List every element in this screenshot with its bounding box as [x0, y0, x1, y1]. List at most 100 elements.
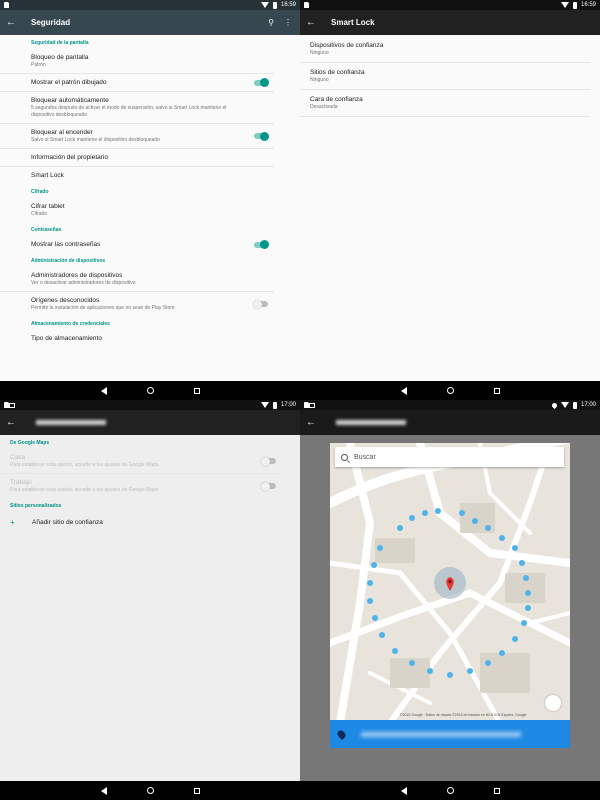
item-title: Orígenes desconocidos: [31, 297, 100, 304]
trusted-places-list: De Google Maps Casa Para establecer esta…: [0, 435, 300, 781]
search-placeholder: Buscar: [354, 453, 376, 461]
my-location-button[interactable]: [545, 695, 561, 711]
status-time: 16:59: [580, 2, 596, 8]
back-arrow-icon[interactable]: ←: [0, 17, 22, 28]
overflow-menu-icon[interactable]: ⋮: [284, 18, 292, 27]
settings-item[interactable]: Mostrar las contraseñas: [0, 236, 274, 253]
status-bar: 17:00: [300, 400, 600, 410]
nav-recents-icon[interactable]: [493, 387, 500, 394]
item-title: Administradores de dispositivos: [31, 272, 123, 279]
item-subtitle: 5 segundos después de activar el modo de…: [31, 105, 227, 118]
map-search-input[interactable]: Buscar: [335, 447, 564, 467]
list-item-trusted-places[interactable]: Sitios de confianza Ninguno: [300, 63, 590, 90]
settings-item[interactable]: Orígenes desconocidos Permitir la instala…: [0, 292, 274, 316]
back-arrow-icon[interactable]: ←: [300, 17, 322, 28]
nav-home-icon[interactable]: [146, 787, 154, 794]
item-subtitle: Cifrado: [31, 211, 48, 217]
add-trusted-place-button[interactable]: + Añadir sitio de confianza: [0, 512, 300, 533]
item-subtitle: Patrón: [31, 62, 46, 68]
settings-item[interactable]: Administradores de dispositivos Ver o des…: [0, 267, 274, 292]
home-toggle[interactable]: [261, 456, 276, 466]
wifi-icon: [560, 2, 569, 8]
battery-icon: [272, 401, 277, 409]
nav-home-icon[interactable]: [446, 387, 454, 394]
item-subtitle: Desactivada: [310, 104, 338, 110]
battery-icon: [272, 1, 277, 9]
section-header: Administración de dispositivos: [31, 258, 106, 264]
nav-recents-icon[interactable]: [493, 787, 500, 794]
nav-recents-icon[interactable]: [193, 787, 200, 794]
item-title: Bloqueo de pantalla: [31, 54, 89, 61]
back-arrow-icon[interactable]: ←: [0, 417, 22, 428]
navigation-bar: [300, 381, 600, 400]
item-title: Tipo de almacenamiento: [31, 335, 102, 342]
image-notification-icon: [9, 402, 15, 408]
work-toggle[interactable]: [261, 481, 276, 491]
section-header-google-maps: De Google Maps: [10, 440, 50, 446]
location-icon: [550, 401, 559, 409]
settings-item[interactable]: Smart Lock: [0, 167, 274, 184]
place-picker-screen: 17:00 ← Buscar ©2015 Google · Datos de m…: [300, 400, 600, 800]
search-icon: [341, 453, 348, 461]
status-bar: 17:00: [0, 400, 300, 410]
section-header: Almacenamiento de credenciales: [31, 321, 110, 327]
account-selector[interactable]: [336, 420, 406, 425]
status-time: 17:00: [280, 402, 296, 408]
item-subtitle: Permitir la instalación de aplicaciones …: [31, 305, 175, 311]
nav-back-icon[interactable]: [400, 386, 407, 395]
battery-icon: [572, 401, 577, 409]
item-title: Cifrar tablet: [31, 203, 65, 210]
item-subtitle: Salvo si Smart Lock mantiene el disposit…: [31, 137, 160, 143]
app-bar: ← Smart Lock: [300, 10, 600, 35]
wifi-icon: [260, 2, 269, 8]
item-title: Casa: [10, 454, 26, 461]
search-icon[interactable]: ⚲: [268, 18, 274, 27]
toggle-switch[interactable]: [254, 78, 269, 87]
section-header: Cifrado: [31, 189, 49, 195]
sd-card-icon: [4, 2, 9, 8]
toggle-switch[interactable]: [254, 131, 269, 141]
list-item-trusted-devices[interactable]: Dispositivos de confianza Ninguno: [300, 35, 590, 63]
item-title: Smart Lock: [31, 172, 64, 179]
navigation-bar: [0, 381, 300, 400]
navigation-bar: [300, 781, 600, 800]
settings-item[interactable]: Cifrar tablet Cifrado: [0, 198, 274, 222]
status-bar: 16:59: [0, 0, 300, 10]
status-time: 16:59: [280, 2, 296, 8]
toggle-switch[interactable]: [254, 240, 269, 249]
selected-place-bar[interactable]: [330, 720, 570, 748]
wifi-icon: [560, 402, 569, 408]
list-item-work[interactable]: Trabajo Para establecer esta opción, acc…: [0, 474, 282, 498]
back-arrow-icon[interactable]: ←: [300, 417, 322, 428]
settings-item[interactable]: Mostrar el patrón dibujado: [0, 74, 274, 92]
list-item-trusted-face[interactable]: Cara de confianza Desactivada: [300, 90, 590, 117]
plus-icon: +: [10, 518, 15, 527]
smart-lock-list: Dispositivos de confianza Ninguno Sitios…: [300, 35, 600, 381]
section-header-custom-places: Sitios personalizados: [10, 503, 62, 509]
toggle-switch[interactable]: [253, 299, 268, 309]
add-label: Añadir sitio de confianza: [32, 519, 103, 526]
status-time: 17:00: [580, 402, 596, 408]
item-subtitle: Ver o desactivar administradores de disp…: [31, 280, 136, 286]
settings-item[interactable]: Tipo de almacenamiento: [0, 330, 274, 347]
list-item-home[interactable]: Casa Para establecer esta opción, accede…: [0, 449, 282, 474]
account-selector[interactable]: [36, 420, 106, 425]
app-bar: ←: [0, 410, 300, 435]
nav-home-icon[interactable]: [446, 787, 454, 794]
settings-item[interactable]: Bloquear al encender Salvo si Smart Lock …: [0, 124, 274, 149]
nav-back-icon[interactable]: [400, 786, 407, 795]
settings-item[interactable]: Bloqueo de pantalla Patrón: [0, 49, 274, 74]
settings-item[interactable]: Información del propietario: [0, 149, 274, 167]
section-header: Seguridad de la pantalla: [31, 40, 89, 46]
item-title: Mostrar las contraseñas: [31, 241, 101, 248]
item-subtitle: Para establecer esta opción, accede a tu…: [10, 487, 159, 493]
map-view[interactable]: [330, 443, 570, 723]
place-pin-icon: [335, 728, 348, 740]
status-bar: 16:59: [300, 0, 600, 10]
nav-back-icon[interactable]: [100, 386, 107, 395]
item-subtitle: Ninguno: [310, 50, 329, 56]
nav-back-icon[interactable]: [100, 786, 107, 795]
settings-item[interactable]: Bloquear automáticamente 5 segundos despu…: [0, 92, 274, 124]
nav-home-icon[interactable]: [146, 387, 154, 394]
nav-recents-icon[interactable]: [193, 387, 200, 394]
